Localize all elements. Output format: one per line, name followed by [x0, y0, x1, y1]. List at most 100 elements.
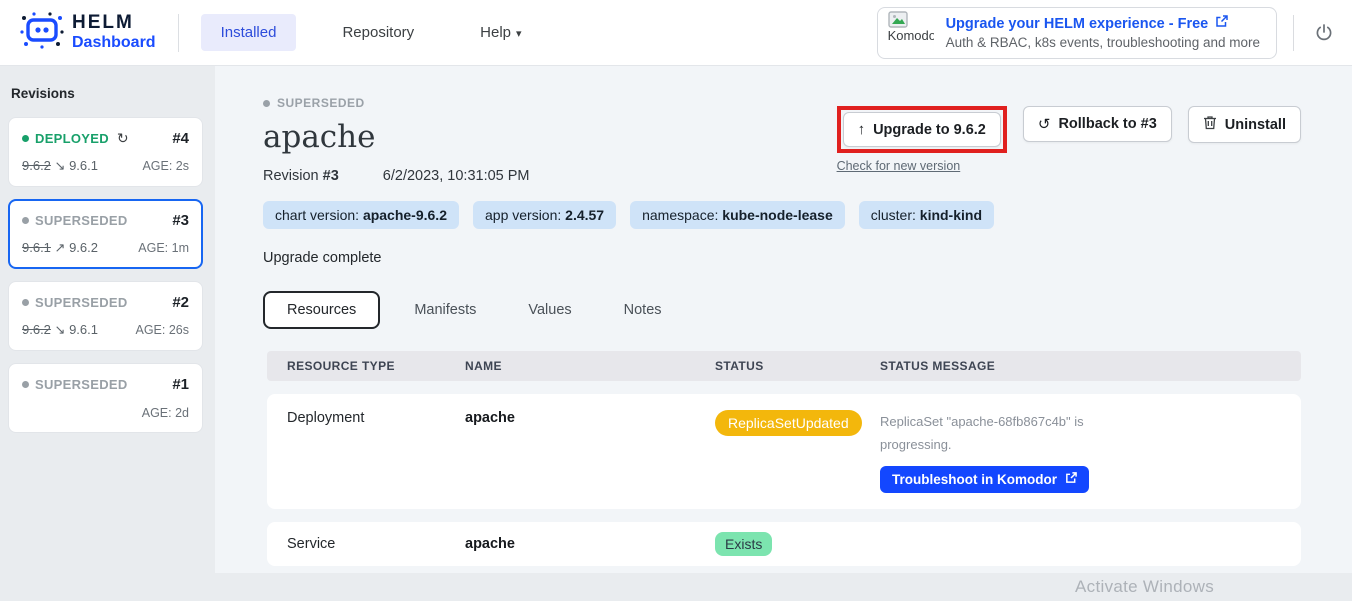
uninstall-button-label: Uninstall — [1225, 117, 1286, 133]
revision-date: 6/2/2023, 10:31:05 PM — [383, 168, 530, 184]
revision-number: #3 — [323, 168, 339, 184]
column-header-status-message: STATUS MESSAGE — [880, 359, 1301, 373]
revision-status: SUPERSEDED — [22, 213, 128, 228]
komodor-upgrade-banner[interactable]: Komodor Upgrade your HELM experience - F… — [877, 7, 1277, 59]
resource-type-cell: Service — [287, 536, 465, 552]
status-badge: Exists — [715, 532, 772, 556]
revision-age: AGE: 1m — [138, 241, 189, 255]
revision-versions: 9.6.2 ↘ 9.6.1 — [22, 322, 98, 338]
header-divider — [178, 14, 179, 52]
troubleshoot-button[interactable]: Troubleshoot in Komodor — [880, 466, 1089, 493]
broken-image-placeholder: Komodor — [888, 11, 934, 55]
revision-card-4[interactable]: DEPLOYED ↻ #4 9.6.2 ↘ 9.6.1 AGE: 2s — [8, 117, 203, 187]
tab-resources[interactable]: Resources — [263, 291, 380, 329]
table-header-row: RESOURCE TYPE NAME STATUS STATUS MESSAGE — [267, 351, 1301, 381]
reload-icon: ↻ — [117, 130, 129, 147]
app-version-value: 2.4.57 — [565, 207, 604, 223]
tab-manifests[interactable]: Manifests — [396, 293, 494, 327]
revision-status-label: SUPERSEDED — [35, 377, 128, 392]
rollback-button-label: Rollback to #3 — [1058, 116, 1156, 132]
version-arrow-icon: ↘ — [55, 322, 66, 337]
red-highlight-box: ↑ Upgrade to 9.6.2 — [837, 106, 1007, 153]
nav-installed[interactable]: Installed — [201, 14, 297, 51]
release-actions: ↑ Upgrade to 9.6.2 Check for new version… — [837, 106, 1301, 175]
resource-type-cell: Deployment — [287, 410, 465, 426]
uninstall-button[interactable]: Uninstall — [1188, 106, 1301, 143]
upgrade-button[interactable]: ↑ Upgrade to 9.6.2 — [843, 112, 1001, 147]
status-badge: ReplicaSetUpdated — [715, 410, 862, 436]
cluster-value: kind-kind — [920, 207, 982, 223]
external-link-icon — [1065, 472, 1077, 487]
resource-name-cell: apache — [465, 410, 715, 426]
old-version: 9.6.2 — [22, 158, 51, 173]
upgrade-action-group: ↑ Upgrade to 9.6.2 Check for new version — [837, 106, 1007, 175]
status-dot-icon — [22, 217, 29, 224]
revision-status-label: DEPLOYED — [35, 131, 109, 146]
rollback-button[interactable]: ↺ Rollback to #3 — [1023, 106, 1172, 142]
revision-number: #2 — [172, 294, 189, 311]
tab-notes[interactable]: Notes — [606, 293, 680, 327]
trash-icon — [1203, 115, 1217, 134]
top-header: HELM Dashboard Installed Repository Help… — [0, 0, 1352, 66]
revision-number: #4 — [172, 130, 189, 147]
column-header-status: STATUS — [715, 359, 880, 373]
release-status: SUPERSEDED — [263, 96, 530, 110]
banner-subtitle: Auth & RBAC, k8s events, troubleshooting… — [946, 35, 1260, 50]
revision-status-label: SUPERSEDED — [35, 295, 128, 310]
external-link-icon — [1215, 15, 1228, 32]
status-message-text: ReplicaSet "apache-68fb867c4b" is progre… — [880, 410, 1085, 457]
column-header-name: NAME — [465, 359, 715, 373]
footer-strip: Activate Windows — [0, 573, 1352, 601]
shutdown-button[interactable] — [1310, 19, 1338, 47]
release-description: Upgrade complete — [263, 250, 1301, 266]
helm-dashboard-logo[interactable]: HELM Dashboard — [20, 10, 156, 55]
new-version: 9.6.1 — [69, 322, 98, 337]
table-row: Service apache Exists — [267, 522, 1301, 566]
banner-title-text: Upgrade your HELM experience - Free — [946, 16, 1209, 32]
revision-card-1[interactable]: SUPERSEDED #1 AGE: 2d — [8, 363, 203, 433]
revision-status-label: SUPERSEDED — [35, 213, 128, 228]
old-version: 9.6.2 — [22, 322, 51, 337]
resource-status-cell: Exists — [715, 532, 880, 556]
status-message-cell: ReplicaSet "apache-68fb867c4b" is progre… — [880, 410, 1301, 493]
namespace-value: kube-node-lease — [722, 207, 832, 223]
revision-age: AGE: 2d — [142, 406, 189, 420]
version-arrow-icon: ↘ — [55, 158, 66, 173]
revision-versions: 9.6.1 ↗ 9.6.2 — [22, 240, 98, 256]
check-new-version-link[interactable]: Check for new version — [837, 159, 961, 173]
page-title: apache — [263, 119, 530, 155]
revision-status: DEPLOYED ↻ — [22, 130, 129, 147]
revision-info-line: Revision #3 6/2/2023, 10:31:05 PM — [263, 168, 530, 184]
rollback-icon: ↺ — [1038, 115, 1051, 133]
status-dot-icon — [22, 299, 29, 306]
nav-repository[interactable]: Repository — [322, 14, 434, 51]
column-header-resource-type: RESOURCE TYPE — [287, 359, 465, 373]
activate-windows-watermark: Activate Windows — [1075, 577, 1214, 597]
chevron-down-icon: ▾ — [516, 28, 522, 40]
table-row: Deployment apache ReplicaSetUpdated Repl… — [267, 394, 1301, 509]
arrow-up-icon: ↑ — [858, 121, 866, 138]
release-summary: SUPERSEDED apache Revision #3 6/2/2023, … — [263, 96, 530, 184]
banner-title[interactable]: Upgrade your HELM experience - Free — [946, 15, 1260, 32]
resources-table: RESOURCE TYPE NAME STATUS STATUS MESSAGE… — [267, 351, 1301, 566]
troubleshoot-button-label: Troubleshoot in Komodor — [892, 472, 1057, 487]
chart-version-value: apache-9.6.2 — [363, 207, 447, 223]
banner-image-alt-text: Komodor — [888, 28, 934, 43]
revision-card-2[interactable]: SUPERSEDED #2 9.6.2 ↘ 9.6.1 AGE: 26s — [8, 281, 203, 351]
release-status-label: SUPERSEDED — [277, 96, 365, 110]
revision-versions: 9.6.2 ↘ 9.6.1 — [22, 158, 98, 174]
release-metadata-chips: chart version: apache-9.6.2 app version:… — [263, 201, 1301, 229]
revision-number: #1 — [172, 376, 189, 393]
revision-status: SUPERSEDED — [22, 295, 128, 310]
broken-image-icon — [888, 11, 908, 28]
nav-help[interactable]: Help ▾ — [460, 14, 541, 51]
power-icon — [1314, 23, 1334, 43]
revision-card-3[interactable]: SUPERSEDED #3 9.6.1 ↗ 9.6.2 AGE: 1m — [8, 199, 203, 269]
nav-help-label: Help — [480, 24, 511, 41]
tab-values[interactable]: Values — [510, 293, 589, 327]
banner-texts: Upgrade your HELM experience - Free Auth… — [946, 15, 1260, 50]
status-dot-icon — [22, 381, 29, 388]
logo-subtitle: Dashboard — [72, 34, 156, 52]
revision-status: SUPERSEDED — [22, 377, 128, 392]
old-version: 9.6.1 — [22, 240, 51, 255]
